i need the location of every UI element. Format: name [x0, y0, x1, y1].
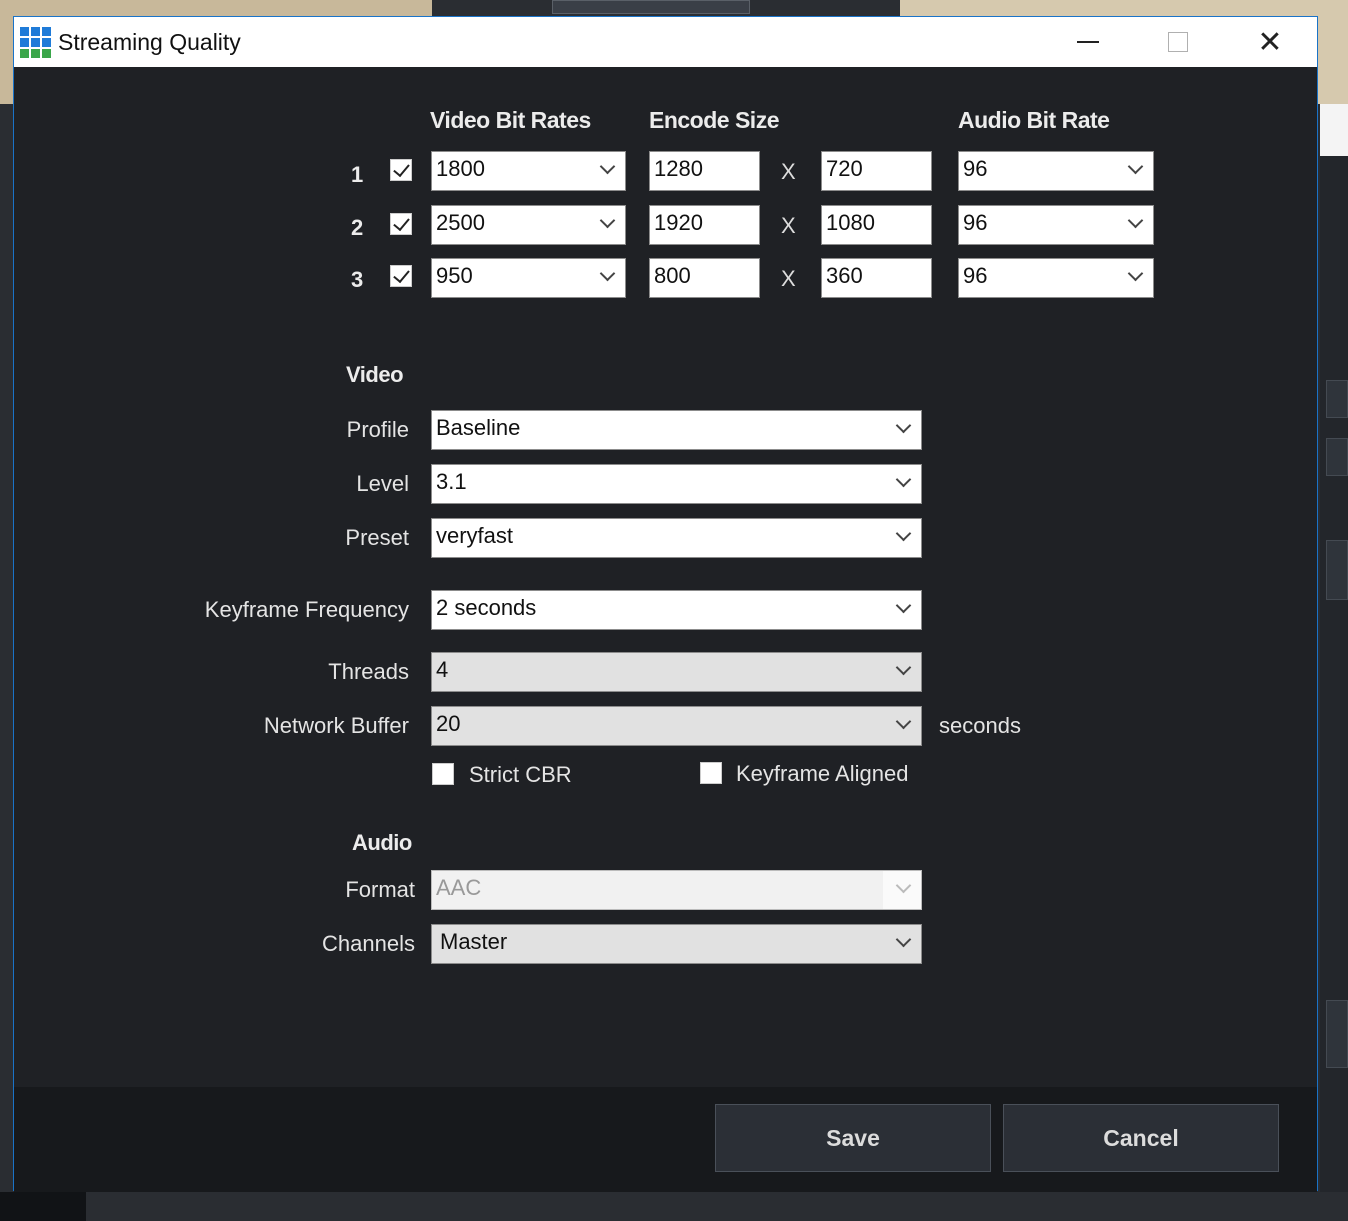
app-grid-icon — [20, 27, 52, 59]
preset-label: Preset — [345, 525, 409, 550]
encode-height-input[interactable]: 720 — [821, 151, 932, 191]
encode-height-input[interactable]: 360 — [821, 258, 932, 298]
network-buffer-unit: seconds — [939, 713, 1021, 738]
video-bitrate-value: 950 — [436, 263, 473, 288]
background-panel — [1320, 104, 1348, 156]
level-value: 3.1 — [436, 469, 467, 494]
cancel-button[interactable]: Cancel — [1003, 1104, 1279, 1172]
keyframe-frequency-value: 2 seconds — [436, 595, 537, 620]
channels-value: Master — [440, 929, 508, 954]
threads-value: 4 — [436, 657, 449, 682]
threads-label: Threads — [328, 659, 409, 684]
video-bitrate-select[interactable]: 2500 — [431, 205, 626, 245]
maximize-icon — [1168, 32, 1188, 52]
chevron-down-icon — [895, 417, 912, 434]
keyframe-aligned-checkbox[interactable] — [700, 762, 722, 784]
audio-section-heading: Audio — [352, 830, 412, 855]
save-button[interactable]: Save — [715, 1104, 991, 1172]
video-bitrate-value: 1800 — [436, 156, 485, 181]
video-bitrate-select[interactable]: 1800 — [431, 151, 626, 191]
background-block — [1326, 438, 1348, 476]
chevron-down-icon — [895, 659, 912, 676]
taskbar-area — [86, 1192, 1348, 1221]
streaming-quality-dialog: Streaming Quality ✕ Video Bit Rates Enco… — [13, 16, 1318, 1192]
chevron-down-icon — [599, 265, 616, 282]
channels-label: Channels — [322, 931, 415, 956]
level-select[interactable]: 3.1 — [431, 464, 922, 504]
close-button[interactable]: ✕ — [1224, 17, 1316, 67]
background-tab — [552, 0, 750, 14]
format-select: AAC — [431, 870, 922, 910]
rendition-enabled-checkbox[interactable] — [390, 213, 412, 235]
audio-bitrate-value: 96 — [963, 210, 988, 235]
chevron-down-icon — [895, 931, 912, 948]
minimize-button[interactable] — [1042, 17, 1134, 67]
rendition-enabled-checkbox[interactable] — [390, 159, 412, 181]
size-separator: X — [781, 159, 796, 184]
rendition-enabled-checkbox[interactable] — [390, 265, 412, 287]
threads-select[interactable]: 4 — [431, 652, 922, 692]
title-bar: Streaming Quality ✕ — [14, 17, 1317, 67]
chevron-down-icon — [599, 212, 616, 229]
rendition-number: 1 — [351, 162, 364, 187]
size-separator: X — [781, 266, 796, 291]
minimize-icon — [1077, 41, 1099, 43]
audio-bitrate-select[interactable]: 96 — [958, 258, 1154, 298]
encode-height-input[interactable]: 1080 — [821, 205, 932, 245]
keyframe-aligned-label[interactable]: Keyframe Aligned — [736, 761, 908, 787]
encode-width-input[interactable]: 1280 — [649, 151, 760, 191]
background-block — [1326, 380, 1348, 418]
preset-value: veryfast — [436, 523, 514, 548]
video-bitrate-value: 2500 — [436, 210, 485, 235]
background-block — [1326, 540, 1348, 600]
chevron-down-icon — [1127, 212, 1144, 229]
video-section-heading: Video — [346, 362, 404, 387]
chevron-down-icon — [895, 713, 912, 730]
audio-bitrate-value: 96 — [963, 263, 988, 288]
network-buffer-select[interactable]: 20 — [431, 706, 922, 746]
keyframe-frequency-select[interactable]: 2 seconds — [431, 590, 922, 630]
keyframe-frequency-label: Keyframe Frequency — [204, 597, 409, 622]
maximize-button[interactable] — [1132, 17, 1224, 67]
network-buffer-value: 20 — [436, 711, 461, 736]
format-label: Format — [345, 877, 415, 902]
dialog-footer: Save Cancel — [14, 1087, 1317, 1192]
preset-select[interactable]: veryfast — [431, 518, 922, 558]
audio-bitrate-value: 96 — [963, 156, 988, 181]
level-label: Level — [356, 471, 409, 496]
rendition-number: 2 — [351, 215, 364, 240]
chevron-down-icon — [599, 158, 616, 175]
header-video-bit-rates: Video Bit Rates — [430, 107, 591, 133]
audio-bitrate-select[interactable]: 96 — [958, 151, 1154, 191]
strict-cbr-checkbox[interactable] — [432, 763, 454, 785]
profile-label: Profile — [346, 417, 409, 442]
profile-value: Baseline — [436, 415, 521, 440]
strict-cbr-label[interactable]: Strict CBR — [469, 762, 572, 788]
format-value: AAC — [436, 875, 482, 900]
video-bitrate-select[interactable]: 950 — [431, 258, 626, 298]
background-block — [1326, 1000, 1348, 1068]
header-encode-size: Encode Size — [649, 107, 779, 133]
encode-width-input[interactable]: 800 — [649, 258, 760, 298]
channels-select[interactable]: Master — [431, 924, 922, 964]
network-buffer-label: Network Buffer — [263, 713, 409, 738]
header-audio-bit-rate: Audio Bit Rate — [958, 107, 1110, 133]
rendition-number: 3 — [351, 267, 364, 292]
chevron-down-icon — [895, 471, 912, 488]
profile-select[interactable]: Baseline — [431, 410, 922, 450]
chevron-down-icon — [895, 525, 912, 542]
window-title: Streaming Quality — [58, 29, 241, 55]
chevron-down-icon — [1127, 265, 1144, 282]
encode-width-input[interactable]: 1920 — [649, 205, 760, 245]
close-icon: ✕ — [1257, 25, 1283, 59]
size-separator: X — [781, 213, 796, 238]
audio-bitrate-select[interactable]: 96 — [958, 205, 1154, 245]
chevron-down-icon — [1127, 158, 1144, 175]
chevron-down-icon — [895, 597, 912, 614]
